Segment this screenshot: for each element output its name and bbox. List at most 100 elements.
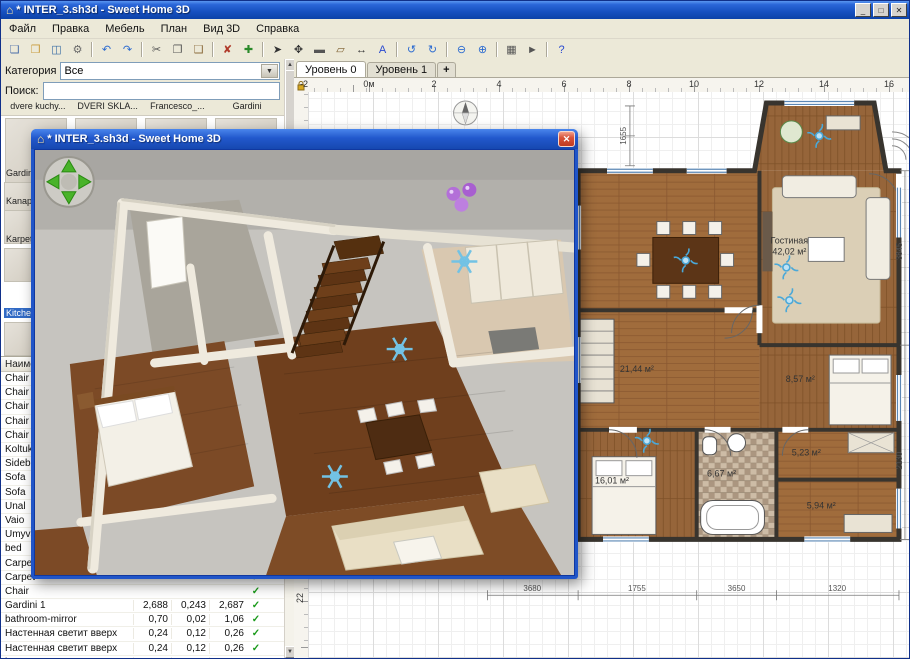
catalog-item-label[interactable]: Gardini: [212, 101, 282, 114]
zoom-out-icon[interactable]: ⊖: [452, 41, 471, 59]
furniture-row[interactable]: bathroom-mirror0,700,021,06✓: [1, 613, 284, 627]
furniture-name: Настенная светит вверх: [1, 643, 133, 654]
level-tabs: Уровень 0Уровень 1+: [294, 59, 909, 78]
3d-render: [35, 150, 574, 575]
horizontal-ruler: -20м246810121416: [308, 78, 909, 93]
save-icon[interactable]: ◫: [47, 41, 66, 59]
menu-item-2[interactable]: Мебель: [97, 21, 152, 37]
menu-item-5[interactable]: Справка: [248, 21, 307, 37]
catalog-item-label[interactable]: DVERI SKLA...: [73, 101, 143, 114]
toolbar-separator: [396, 42, 398, 57]
ruler-mark: 0м: [363, 79, 374, 89]
minimize-button[interactable]: _: [855, 3, 871, 17]
title-bar: ⌂ * INTER_3.sh3d - Sweet Home 3D _ □ ✕: [1, 1, 909, 19]
add-furniture-icon[interactable]: ✚: [239, 41, 258, 59]
add-level-tab[interactable]: +: [437, 62, 455, 77]
cut-icon[interactable]: ✂: [147, 41, 166, 59]
visible-checkbox[interactable]: ✓: [247, 586, 265, 597]
visible-checkbox[interactable]: ✓: [247, 614, 265, 625]
select-arrow-icon[interactable]: ➤: [268, 41, 287, 59]
viewer-3d-canvas[interactable]: [34, 149, 575, 576]
create-walls-icon[interactable]: ▬: [310, 41, 329, 59]
furniture-height: 0,26: [209, 643, 247, 654]
app-icon: ⌂: [6, 4, 13, 16]
furniture-height: 0,414: [209, 657, 247, 658]
new-document-icon[interactable]: ❏: [5, 41, 24, 59]
catalog-item-label[interactable]: Francesco_...: [143, 101, 213, 114]
create-rooms-icon[interactable]: ▱: [331, 41, 350, 59]
dimension-label: 1655: [619, 126, 628, 144]
create-text-icon[interactable]: A: [373, 41, 392, 59]
furniture-row[interactable]: Настенная светит вверх0,240,120,26✓: [1, 642, 284, 656]
toolbar: ❏❒◫⚙ ↶↷ ✂❐❑ ✘✚ ➤✥▬▱↔A ↺↻ ⊖⊕ ▦►?: [1, 39, 909, 61]
viewer-3d-title: * INTER_3.sh3d - Sweet Home 3D: [47, 133, 558, 145]
app-window: ⌂ * INTER_3.sh3d - Sweet Home 3D _ □ ✕ Ф…: [0, 0, 910, 659]
visible-checkbox[interactable]: ✓: [247, 600, 265, 611]
room-area-label: 5,23 м²: [792, 448, 821, 458]
category-combobox[interactable]: Все ▼: [60, 62, 280, 80]
furniture-height: 2,687: [209, 600, 247, 611]
close-button[interactable]: ✕: [891, 3, 907, 17]
room-area-label: 42,02 м²: [772, 246, 806, 256]
furniture-depth: 0,12: [171, 643, 209, 654]
viewer-close-button[interactable]: ✕: [558, 131, 575, 147]
undo-icon[interactable]: ↶: [97, 41, 116, 59]
tab-level-0[interactable]: Уровень 0: [296, 61, 366, 77]
catalog-item-label[interactable]: Karpet: [4, 234, 35, 244]
furniture-width: 0,24: [133, 643, 171, 654]
catalog-item-label[interactable]: dvere kuchy...: [3, 101, 73, 114]
copy-icon[interactable]: ❐: [168, 41, 187, 59]
ruler-mark: 12: [754, 79, 764, 89]
ruler-mark: 10: [689, 79, 699, 89]
furniture-row[interactable]: lamp060,200,200,414✓: [1, 656, 284, 658]
visible-checkbox[interactable]: ✓: [247, 643, 265, 654]
toolbar-separator: [546, 42, 548, 57]
ruler-mark: 8: [626, 79, 631, 89]
redo-icon[interactable]: ↷: [118, 41, 137, 59]
furniture-width: 0,24: [133, 628, 171, 639]
navigation-compass[interactable]: [44, 157, 94, 207]
furniture-name: lamp06: [1, 657, 133, 658]
app-icon: ⌂: [37, 133, 44, 145]
dimension-label: 1755: [628, 584, 646, 593]
help-icon[interactable]: ?: [552, 41, 571, 59]
tab-level-1[interactable]: Уровень 1: [367, 62, 437, 77]
furniture-row[interactable]: Настенная светит вверх0,240,120,26✓: [1, 627, 284, 641]
menu-item-0[interactable]: Файл: [1, 21, 44, 37]
create-video-icon[interactable]: ►: [523, 41, 542, 59]
zoom-in-icon[interactable]: ⊕: [473, 41, 492, 59]
room-area-label: 6,67 м²: [707, 469, 736, 479]
toolbar-separator: [262, 42, 264, 57]
dimension-label: 3845: [895, 242, 904, 260]
pan-hand-icon[interactable]: ✥: [289, 41, 308, 59]
chevron-down-icon[interactable]: ▼: [261, 64, 278, 78]
viewer-3d-window[interactable]: ⌂ * INTER_3.sh3d - Sweet Home 3D ✕: [31, 129, 578, 579]
create-dimensions-icon[interactable]: ↔: [352, 41, 371, 59]
furniture-width: 0,70: [133, 614, 171, 625]
visible-checkbox[interactable]: ✓: [247, 657, 265, 658]
room-area-label: 16,01 м²: [595, 476, 629, 486]
search-input[interactable]: [43, 82, 280, 100]
viewer-3d-title-bar[interactable]: ⌂ * INTER_3.sh3d - Sweet Home 3D ✕: [31, 129, 578, 149]
toolbar-separator: [141, 42, 143, 57]
preferences-icon[interactable]: ⚙: [68, 41, 87, 59]
paste-icon[interactable]: ❑: [189, 41, 208, 59]
category-row: Категория Все ▼: [5, 62, 280, 80]
furniture-name: Gardini 1: [1, 600, 133, 611]
menu-item-1[interactable]: Правка: [44, 21, 97, 37]
search-label: Поиск:: [5, 85, 39, 97]
menu-item-3[interactable]: План: [153, 21, 196, 37]
visible-checkbox[interactable]: ✓: [247, 628, 265, 639]
maximize-button[interactable]: □: [873, 3, 889, 17]
ruler-mark: 4: [496, 79, 501, 89]
open-folder-icon[interactable]: ❒: [26, 41, 45, 59]
create-photo-icon[interactable]: ▦: [502, 41, 521, 59]
rotate-cw-icon[interactable]: ↻: [423, 41, 442, 59]
furniture-row[interactable]: Chair✓: [1, 585, 284, 599]
room-area-label: 21,44 м²: [620, 364, 654, 374]
rotate-ccw-icon[interactable]: ↺: [402, 41, 421, 59]
furniture-name: bathroom-mirror: [1, 614, 133, 625]
delete-icon[interactable]: ✘: [218, 41, 237, 59]
furniture-row[interactable]: Gardini 12,6880,2432,687✓: [1, 599, 284, 613]
menu-item-4[interactable]: Вид 3D: [195, 21, 248, 37]
